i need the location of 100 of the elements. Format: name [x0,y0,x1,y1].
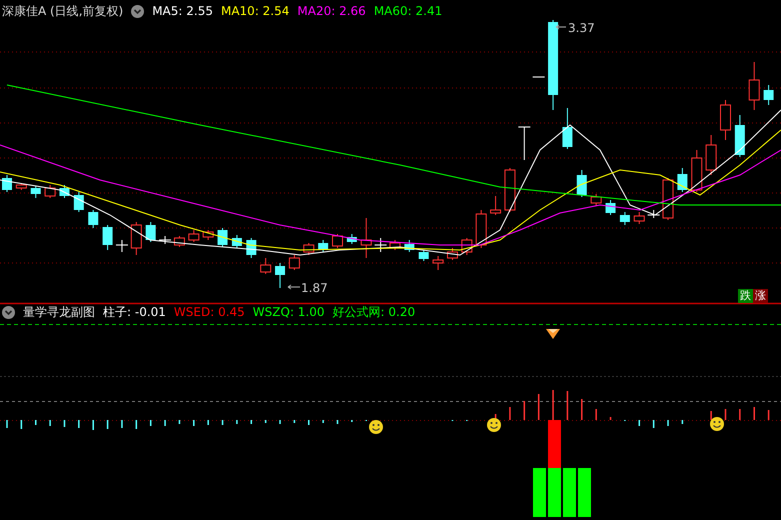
candlestick [634,212,645,224]
indicator-spike [682,420,684,424]
candlestick [590,194,602,206]
candlestick [202,230,214,240]
indicator-spike [178,420,180,424]
candlestick [16,182,27,190]
candlestick [303,242,314,256]
indicator-spike [207,420,209,425]
indicator-spike [768,410,770,420]
leader-line [556,24,566,30]
histogram-bar [548,420,561,468]
indicator-spike [121,420,123,428]
candlestick [518,126,531,160]
indicator-spike [264,420,266,423]
indicator-spike [652,420,654,428]
indicator-spike [667,420,669,426]
indicator-spike [64,420,66,427]
indicator-value: MA20: 2.66 [297,3,366,19]
indicator-spike [294,420,296,423]
candlestick [620,212,630,226]
indicator-value: WSED: 0.45 [174,304,245,320]
indicator-spike [351,420,353,422]
indicator-spike [581,399,583,420]
histogram-bar [548,468,561,517]
indicator-spike [322,420,324,423]
indicator-value: MA5: 2.55 [152,3,213,19]
candlestick [446,248,458,260]
candlestick [158,236,172,244]
indicator-spike [236,420,238,424]
candlestick [2,174,12,192]
candlestick [102,224,113,250]
candlestick [720,100,731,140]
indicator-spike [466,420,468,421]
indicator-spike [710,411,712,420]
dropdown-icon[interactable] [2,306,15,318]
indicator-spike [524,401,526,420]
candlestick [504,168,516,212]
smiley-icon [710,417,724,431]
candlestick [288,254,300,270]
candlestick [374,238,388,252]
indicator-spike [150,420,152,426]
indicator-value: 柱子: -0.01 [103,304,166,320]
candlestick [59,184,70,198]
candlestick [576,170,587,198]
candlestick [232,234,242,248]
indicator-spike [6,420,8,428]
candlestick [748,62,760,110]
candlestick [146,222,156,242]
chart-title: 深康佳A (日线,前复权) [2,3,124,19]
indicator-spike [638,420,640,426]
candlestick [115,240,128,252]
candlestick [346,234,357,244]
indicator-value: MA60: 2.41 [374,3,442,19]
candlestick [677,168,688,192]
candlestick [318,240,328,252]
candlestick [30,186,41,198]
candlestick [332,234,343,248]
candlestick [130,222,142,256]
candlestick [734,114,745,158]
indicator-spike [308,420,310,425]
indicator-spike [78,420,80,428]
candlestick [260,258,272,274]
candlestick [662,178,674,220]
histogram-bar [533,468,546,517]
candlestick [476,210,487,248]
indicator-spike [49,420,51,426]
indicator-spike [136,420,138,429]
indicator-spike [193,420,195,426]
indicator-spike [566,391,568,420]
candlestick [188,230,200,242]
candlestick [418,250,429,262]
candlestick [647,210,660,218]
histogram-bar [563,468,576,517]
indicator-spike [724,409,726,420]
indicator-spike [164,420,166,426]
candlestick [691,150,702,192]
indicator-spike [106,420,108,429]
indicator-value: 好公式网: 0.20 [332,304,416,320]
indicator-spike [595,409,597,420]
smiley-icon [487,418,501,432]
indicator-spike [222,420,224,425]
indicator-spike [92,420,94,430]
candlestick [490,196,502,216]
candlestick [246,238,256,258]
trend-button[interactable]: 跌 [738,289,753,303]
candlestick [74,192,84,212]
candlestick [88,210,98,228]
dropdown-icon[interactable] [131,4,144,18]
indicator-spike [610,417,612,420]
leader-line [288,284,300,290]
histogram-bar [578,468,591,517]
indicator-spike [250,420,252,424]
indicator-spike [35,420,36,425]
smiley-icon [369,420,383,434]
candlestick [390,240,400,250]
candlestick [461,238,472,256]
price-label: 1.87 [301,281,328,295]
indicator-spike [279,420,281,424]
trend-button[interactable]: 涨 [753,289,768,303]
candlestick [44,184,56,198]
